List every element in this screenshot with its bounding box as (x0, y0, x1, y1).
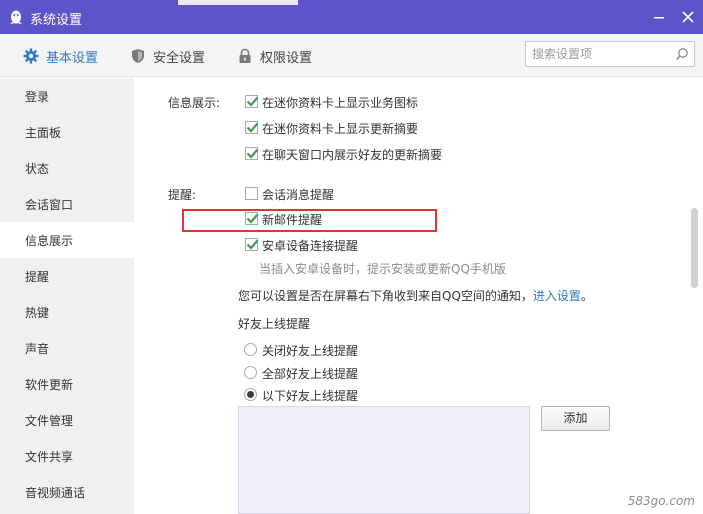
checkbox-android-connect-reminder[interactable] (245, 238, 259, 251)
qzone-notice-end: 。 (580, 289, 593, 303)
option-label[interactable]: 在聊天窗口内展示好友的更新摘要 (262, 146, 442, 163)
close-icon[interactable] (680, 9, 696, 25)
sidebar-item-software-update[interactable]: 软件更新 (0, 366, 134, 402)
checkbox-new-mail-reminder[interactable] (245, 212, 259, 225)
qzone-notice: 您可以设置是否在屏幕右下角收到来自QQ空间的通知，进入设置。 (238, 287, 593, 304)
radio-dot (247, 391, 254, 398)
option-label[interactable]: 以下好友上线提醒 (262, 387, 358, 404)
option-label[interactable]: 全部好友上线提醒 (262, 365, 358, 382)
checkbox-show-friend-updates[interactable] (245, 147, 259, 160)
shield-icon (132, 49, 144, 63)
radio-selected-friends-online[interactable] (244, 388, 257, 401)
sidebar-item-sound[interactable]: 声音 (0, 330, 134, 366)
watermark: 583go.com (627, 494, 695, 508)
checkbox-show-service-icons[interactable] (245, 95, 259, 108)
lock-icon (239, 48, 251, 63)
checkmark-icon (246, 213, 259, 224)
settings-sidebar: 登录 主面板 状态 会话窗口 信息展示 提醒 热键 声音 软件更新 文件管理 文… (0, 78, 134, 514)
option-label[interactable]: 会话消息提醒 (262, 186, 334, 203)
sidebar-item-status[interactable]: 状态 (0, 150, 134, 186)
sidebar-item-av-call[interactable]: 音视频通话 (0, 474, 134, 510)
minimize-icon[interactable] (651, 9, 667, 25)
android-hint: 当插入安卓设备时，提示安装或更新QQ手机版 (259, 262, 506, 276)
add-friend-button[interactable]: 添加 (541, 406, 610, 431)
checkbox-show-update-summary[interactable] (245, 121, 259, 134)
qzone-settings-link[interactable]: 进入设置 (533, 289, 581, 303)
sidebar-item-login[interactable]: 登录 (0, 78, 134, 114)
checkmark-icon (246, 239, 259, 250)
friend-online-title: 好友上线提醒 (238, 317, 311, 331)
qq-penguin-icon (10, 10, 22, 24)
option-label[interactable]: 新邮件提醒 (262, 211, 322, 228)
reminder-label: 提醒: (168, 188, 197, 202)
radio-all-friends-online[interactable] (244, 366, 257, 379)
checkmark-icon (246, 148, 259, 159)
sidebar-item-hotkey[interactable]: 热键 (0, 294, 134, 330)
sidebar-item-reminder[interactable]: 提醒 (0, 258, 134, 294)
checkmark-icon (246, 96, 259, 107)
settings-search-box[interactable] (525, 41, 695, 67)
option-label[interactable]: 在迷你资料卡上显示业务图标 (262, 94, 418, 111)
settings-content: 信息展示: 在迷你资料卡上显示业务图标 在迷你资料卡上显示更新摘要 在聊天窗口内… (134, 78, 703, 514)
option-label[interactable]: 关闭好友上线提醒 (262, 342, 358, 359)
window-title: 系统设置 (30, 13, 83, 28)
scrollbar-thumb[interactable] (691, 208, 698, 288)
qzone-notice-text: 您可以设置是否在屏幕右下角收到来自QQ空间的通知， (238, 289, 533, 303)
sidebar-item-file-sharing[interactable]: 文件共享 (0, 438, 134, 474)
title-bar: 系统设置 (0, 0, 703, 34)
radio-disable-friend-online[interactable] (244, 343, 257, 356)
checkbox-chat-message-reminder[interactable] (245, 187, 258, 200)
gear-icon (23, 48, 39, 64)
search-icon[interactable] (675, 47, 689, 61)
search-input[interactable] (532, 46, 667, 62)
checkmark-icon (246, 122, 259, 133)
sidebar-item-main-panel[interactable]: 主面板 (0, 114, 134, 150)
sidebar-item-file-management[interactable]: 文件管理 (0, 402, 134, 438)
option-label[interactable]: 在迷你资料卡上显示更新摘要 (262, 120, 418, 137)
sidebar-item-info-display[interactable]: 信息展示 (0, 222, 134, 258)
option-label[interactable]: 安卓设备连接提醒 (262, 237, 358, 254)
info-display-label: 信息展示: (168, 96, 221, 110)
sidebar-item-chat-window[interactable]: 会话窗口 (0, 186, 134, 222)
friend-list-box[interactable] (238, 406, 530, 514)
background-window-strip (178, 0, 298, 5)
